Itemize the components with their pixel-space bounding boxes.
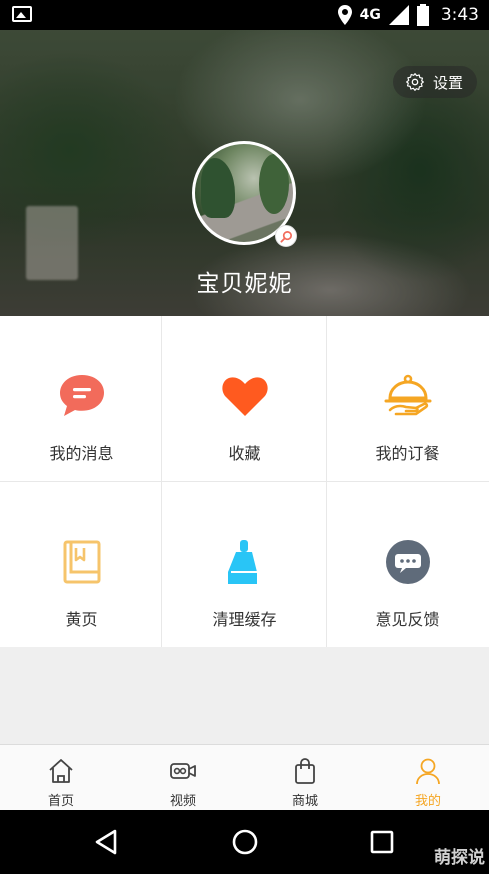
username: 宝贝妮妮 — [196, 271, 293, 297]
shopping-bag-icon — [295, 758, 315, 784]
battery-icon — [416, 4, 429, 26]
menu-item-label: 收藏 — [228, 444, 261, 463]
tab-label: 首页 — [47, 794, 74, 809]
system-navigation-bar: 萌探说 — [0, 810, 489, 874]
menu-item-yellow-pages[interactable]: 黄页 — [0, 482, 163, 647]
menu-item-feedback[interactable]: 意见反馈 — [326, 482, 489, 647]
menu-item-orders[interactable]: 我的订餐 — [326, 316, 489, 481]
tab-shop[interactable]: 商城 — [244, 745, 366, 811]
heart-icon — [221, 377, 268, 416]
gallery-notification-icon — [12, 6, 32, 22]
home-circle-icon[interactable] — [231, 828, 259, 856]
message-icon — [59, 375, 104, 416]
menu-item-messages[interactable]: 我的消息 — [0, 316, 163, 481]
menu-item-label: 意见反馈 — [375, 610, 440, 629]
location-icon — [337, 5, 352, 25]
broom-icon — [227, 540, 257, 584]
recents-icon[interactable] — [368, 828, 396, 856]
profile-header: 设置 宝贝妮妮 — [0, 30, 489, 316]
status-icons: 4G 3:43 — [337, 3, 479, 27]
feedback-icon — [385, 540, 430, 584]
tab-me[interactable]: 我的 — [367, 745, 489, 811]
back-icon[interactable] — [93, 828, 121, 856]
tab-video[interactable]: 视频 — [122, 745, 244, 811]
tab-label: 我的 — [414, 794, 441, 809]
food-tray-icon — [384, 374, 431, 416]
menu-item-label: 我的消息 — [49, 444, 114, 463]
settings-label: 设置 — [432, 73, 463, 92]
bottom-tab-bar: 首页 视频 商城 我的 — [0, 744, 489, 810]
menu-item-label: 我的订餐 — [375, 444, 440, 463]
video-icon — [170, 763, 196, 779]
tab-home[interactable]: 首页 — [0, 745, 122, 811]
clock: 3:43 — [440, 5, 479, 25]
user-icon — [416, 758, 440, 785]
yellow-pages-icon — [63, 540, 100, 584]
menu-item-favorites[interactable]: 收藏 — [163, 316, 326, 481]
menu-grid: 我的消息 收藏 我的订餐 黄页 清理缓存 意见反馈 — [0, 316, 489, 647]
avatar-edit-badge[interactable] — [275, 225, 297, 247]
menu-item-label: 清理缓存 — [212, 610, 277, 629]
signal-icon — [388, 5, 409, 25]
home-icon — [49, 759, 73, 783]
menu-item-clear-cache[interactable]: 清理缓存 — [163, 482, 326, 647]
gear-icon — [406, 73, 424, 91]
tab-label: 视频 — [169, 794, 196, 809]
settings-button[interactable]: 设置 — [392, 66, 477, 98]
tab-label: 商城 — [291, 794, 318, 809]
magnifier-icon — [279, 230, 292, 243]
status-bar: 4G 3:43 — [0, 0, 489, 30]
menu-item-label: 黄页 — [65, 610, 98, 629]
network-type: 4G — [359, 7, 381, 23]
watermark: 萌探说 — [434, 848, 485, 868]
